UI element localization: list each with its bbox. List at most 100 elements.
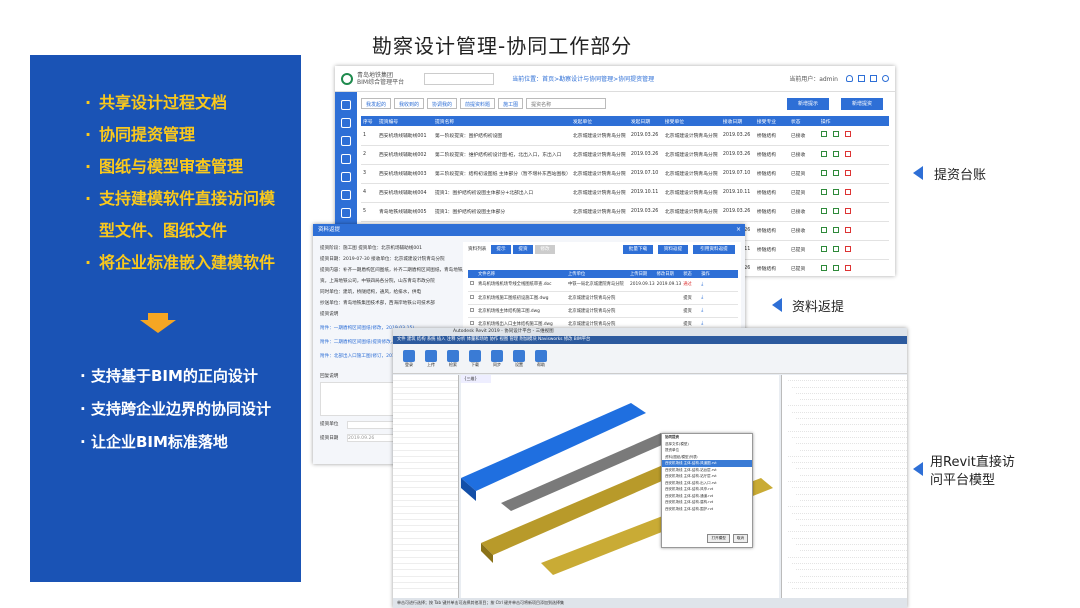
delete-icon[interactable] — [844, 245, 851, 252]
ribbon-button[interactable]: 下载 — [469, 349, 481, 368]
status-bar: 单击可进行选择；按 Tab 键并单击可选择其他项目；按 Ctrl 键并单击可将新… — [393, 598, 907, 608]
download-icon[interactable] — [832, 264, 839, 271]
table-cell: 桥隧结构 — [754, 164, 789, 184]
tab-pre-material[interactable]: 前提资料题 — [460, 98, 496, 109]
delete-icon[interactable] — [844, 150, 851, 157]
home-icon[interactable] — [341, 100, 351, 110]
tab-notice[interactable]: 提示 — [491, 245, 511, 254]
edit-icon[interactable] — [820, 207, 827, 214]
list-icon[interactable] — [341, 136, 351, 146]
download-icon[interactable]: ⤓ — [699, 304, 738, 318]
current-user: 当前用户：admin — [789, 76, 838, 83]
edit-icon[interactable] — [820, 245, 827, 252]
table-cell: 2019.07.10 — [628, 164, 663, 184]
ribbon-button[interactable]: 帮助 — [535, 349, 547, 368]
tab-modify[interactable]: 修改 — [535, 245, 555, 254]
close-icon[interactable]: × — [736, 226, 741, 233]
table-cell: 北京城建设计院青岛分院 — [570, 126, 629, 146]
edit-icon[interactable] — [820, 150, 827, 157]
download-icon[interactable] — [832, 207, 839, 214]
feature-item: 型文件、图纸文件 — [99, 221, 228, 240]
view-tab[interactable]: {三维} — [461, 375, 491, 383]
doc-icon[interactable] — [341, 118, 351, 128]
lock-icon[interactable] — [858, 75, 865, 82]
table-cell: 已提资 — [788, 164, 819, 184]
col-header: 接受专业 — [754, 116, 789, 126]
download-icon[interactable] — [832, 169, 839, 176]
date-label: 提资日期 — [320, 436, 339, 441]
table-row[interactable]: 北京机场线主体结构施工图.dwg 北京城建设计院青岛分院 提资 ⤓ — [468, 304, 738, 318]
revit-annotation: 问平台模型 — [930, 473, 996, 488]
ribbon-button[interactable]: 设置 — [513, 349, 525, 368]
tab-submit[interactable]: 提资 — [513, 245, 533, 254]
download-icon[interactable] — [832, 226, 839, 233]
edit-icon[interactable] — [820, 264, 827, 271]
tab-initiated[interactable]: 我发起的 — [361, 98, 392, 109]
batch-download-button[interactable]: 批量下载 — [623, 245, 653, 254]
delete-icon[interactable] — [844, 131, 851, 138]
ribbon-button[interactable]: 登录 — [403, 349, 415, 368]
delete-icon[interactable] — [844, 169, 851, 176]
logout-icon[interactable] — [870, 75, 877, 82]
new-notice-button[interactable]: 新增提示 — [787, 98, 829, 110]
ribbon-button[interactable]: 同步 — [491, 349, 503, 368]
table-row[interactable]: 北京机场线施工图纸初设施工图.dwg 北京城建设计院青岛分院 提资 ⤓ — [468, 291, 738, 305]
revit-menu: 文件 建筑 结构 系统 插入 注释 分析 体量和场地 协作 视图 管理 附加模块… — [393, 336, 907, 344]
folder-icon[interactable] — [341, 172, 351, 182]
select-all-checkbox[interactable] — [468, 270, 476, 278]
edit-icon[interactable] — [820, 226, 827, 233]
download-icon[interactable] — [832, 188, 839, 195]
table-row[interactable]: 1 西安机场线辅助线001 第一阶段提资：围护结构初设图 北京城建设计院青岛分院 201… — [361, 126, 889, 146]
edit-icon[interactable] — [820, 169, 827, 176]
user-icon[interactable] — [341, 208, 351, 218]
table-row[interactable]: 5 青岛地铁线辅助线005 提资1：围护结构初设图主体部分 北京城建设计院青岛分院 20… — [361, 202, 889, 222]
edit-icon[interactable] — [820, 188, 827, 195]
ribbon-button[interactable]: 检索 — [447, 349, 459, 368]
feature-item: 共享设计过程文档 — [99, 93, 228, 112]
download-icon[interactable] — [832, 245, 839, 252]
feature-item: 支持建模软件直接访问模 — [99, 189, 276, 208]
tab-construction[interactable]: 施工图 — [498, 98, 524, 109]
table-cell: 桥隧结构 — [754, 221, 789, 241]
open-model-button[interactable]: 打开模型 — [707, 534, 730, 543]
table-row[interactable]: 3 西安机场线辅助线003 第三阶段提资：结构初设图纸 主体部分（暂不增补东西站围板… — [361, 164, 889, 184]
delete-icon[interactable] — [844, 264, 851, 271]
delete-icon[interactable] — [844, 207, 851, 214]
row-checkbox[interactable] — [468, 304, 476, 318]
table-row[interactable]: 2 西安机场线辅助线002 第二阶段提资：维护结构初设计图-桩，北出入口，东出入口北… — [361, 145, 889, 165]
file-list-label: 资料列表 — [468, 247, 487, 252]
model-list-item[interactable]: 西安机场线 主体-结构-围护.rvt — [662, 506, 752, 513]
table-cell: 西安机场线辅助线004 — [377, 183, 433, 203]
download-icon[interactable]: ⤓ — [699, 291, 738, 305]
new-submission-button[interactable]: 新增提资 — [841, 98, 883, 110]
row-checkbox[interactable] — [468, 278, 476, 292]
return-data-button[interactable]: 资料返提 — [658, 245, 688, 254]
quote-return-button[interactable]: 引用资料返提 — [693, 245, 735, 254]
table-row[interactable]: 青岛机场线机场专线全线图纸审查.doc 中铁一局北京城建院青岛分院 2019.09.… — [468, 278, 738, 292]
delete-icon[interactable] — [844, 226, 851, 233]
cancel-button[interactable]: 取消 — [732, 534, 748, 543]
help-icon[interactable] — [882, 75, 889, 82]
ribbon-button[interactable]: 上传 — [425, 349, 437, 368]
row-checkbox[interactable] — [468, 291, 476, 305]
table-cell — [654, 304, 682, 318]
tab-coordinate[interactable]: 协调我的 — [427, 98, 458, 109]
search-input[interactable]: 提资名称 — [526, 98, 607, 109]
table-row[interactable]: 4 西安机场线辅助线004 提资1：围护结构初设图主体部分+北部出入口 北京城建设计院… — [361, 183, 889, 203]
tree-node[interactable] — [792, 583, 907, 590]
download-icon[interactable] — [832, 150, 839, 157]
calendar-icon[interactable] — [341, 154, 351, 164]
delete-icon[interactable] — [844, 188, 851, 195]
bell-icon[interactable] — [846, 75, 853, 82]
project-select[interactable] — [424, 72, 495, 85]
edit-icon[interactable] — [820, 131, 827, 138]
table-cell: 已接收 — [788, 221, 819, 241]
3d-view[interactable]: {三维} 协同提资 选择文件(模型) 提资单位 资料(图纸/模型)列表： 西安机场线 主… — [461, 375, 779, 598]
property-row[interactable] — [393, 583, 458, 590]
ribbon-icon — [447, 349, 459, 362]
ribbon-label: 下载 — [471, 361, 479, 367]
chart-icon[interactable] — [341, 190, 351, 200]
download-icon[interactable] — [832, 131, 839, 138]
tab-received[interactable]: 我收到的 — [394, 98, 425, 109]
download-icon[interactable]: ⤓ — [699, 278, 738, 292]
